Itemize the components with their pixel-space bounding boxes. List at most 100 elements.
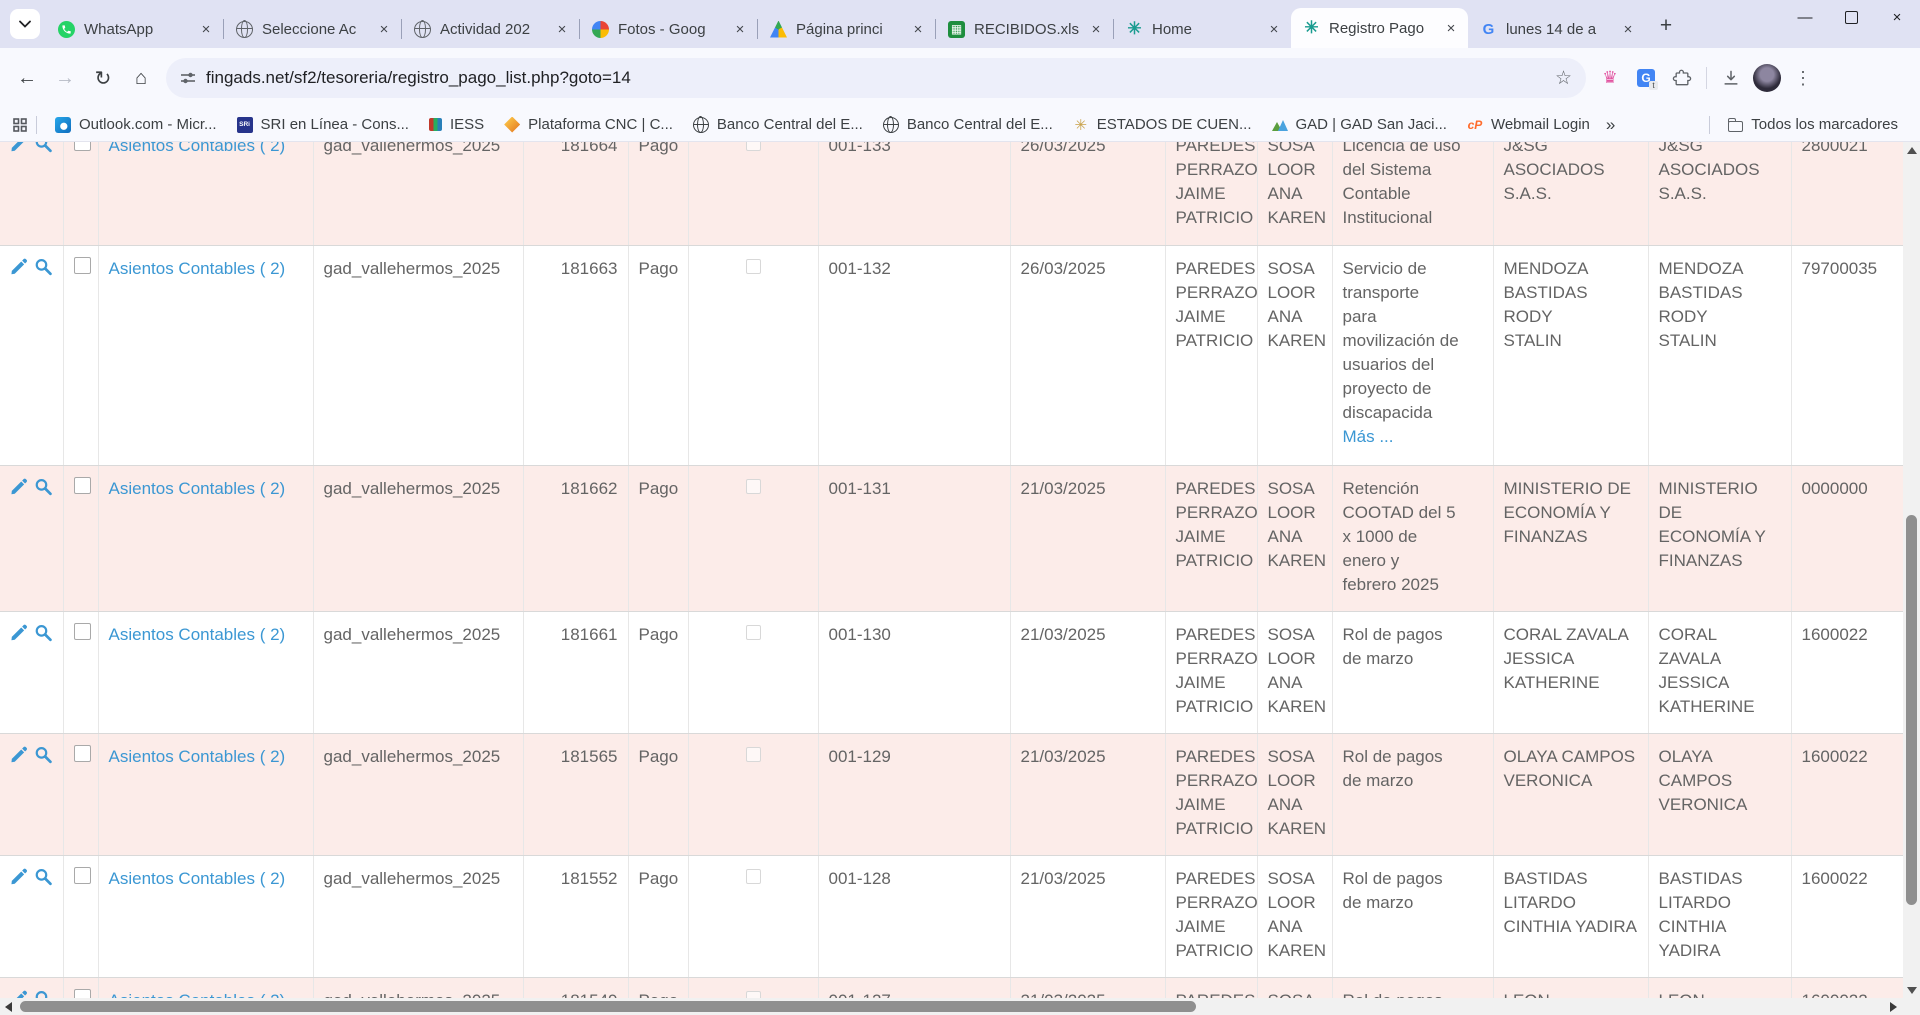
tab-close-icon[interactable]: ×: [1087, 20, 1105, 38]
back-button[interactable]: ←: [10, 61, 44, 95]
edit-pencil-icon[interactable]: [10, 257, 28, 276]
edit-pencil-icon[interactable]: [10, 477, 28, 496]
bookmark-sri-en-l-nea-cons-[interactable]: SRiSRI en Línea - Cons...: [231, 113, 415, 136]
flag-checkbox[interactable]: [746, 991, 761, 999]
tab-whatsapp[interactable]: WhatsApp×: [46, 10, 223, 48]
bookmark-banco-central-del-e-[interactable]: Banco Central del E...: [877, 113, 1059, 136]
minimize-button[interactable]: —: [1782, 0, 1828, 34]
tab-close-icon[interactable]: ×: [197, 20, 215, 38]
apps-grid-icon[interactable]: [12, 117, 28, 133]
extensions-puzzle-icon[interactable]: [1666, 62, 1698, 94]
edit-pencil-icon[interactable]: [10, 989, 28, 999]
horizontal-scrollbar[interactable]: [0, 998, 1903, 1015]
tab-close-icon[interactable]: ×: [731, 20, 749, 38]
tab-fotos-goog[interactable]: Fotos - Goog×: [580, 10, 757, 48]
bookmark-outlook-com-micr-[interactable]: Outlook.com - Micr...: [49, 113, 223, 136]
scroll-up-arrow[interactable]: [1903, 142, 1920, 158]
view-magnifier-icon[interactable]: [34, 623, 52, 642]
asientos-contables-link[interactable]: Asientos Contables ( 2): [109, 625, 286, 644]
home-button[interactable]: ⌂: [124, 61, 158, 95]
tab-home[interactable]: ✳Home×: [1114, 10, 1291, 48]
bookmark-banco-central-del-e-[interactable]: Banco Central del E...: [687, 113, 869, 136]
translate-icon[interactable]: G: [1630, 62, 1662, 94]
site-settings-icon[interactable]: [180, 70, 196, 86]
row-checkbox[interactable]: [74, 623, 91, 640]
asientos-contables-link[interactable]: Asientos Contables ( 2): [109, 869, 286, 888]
vertical-scroll-thumb[interactable]: [1906, 515, 1917, 905]
cell-elaborado: PAREDES: [1165, 977, 1257, 998]
scroll-down-arrow[interactable]: [1903, 982, 1920, 998]
bookmarks-overflow-chevron[interactable]: »: [1606, 115, 1615, 135]
tab-p-gina-princi[interactable]: Página princi×: [758, 10, 935, 48]
edit-pencil-icon[interactable]: [10, 623, 28, 642]
flag-checkbox[interactable]: [746, 479, 761, 494]
cell-elaborado: PAREDES PERRAZO JAIME PATRICIO: [1165, 733, 1257, 855]
edit-pencil-icon[interactable]: [10, 142, 28, 153]
tab-actividad-202[interactable]: Actividad 202×: [402, 10, 579, 48]
asientos-contables-link[interactable]: Asientos Contables ( 2): [109, 747, 286, 766]
address-bar[interactable]: fingads.net/sf2/tesoreria/registro_pago_…: [166, 58, 1586, 98]
tab-close-icon[interactable]: ×: [1265, 20, 1283, 38]
bookmark-star-icon[interactable]: ☆: [1555, 67, 1572, 90]
vertical-scrollbar[interactable]: [1903, 142, 1920, 998]
cell-fecha: 21/03/2025: [1010, 977, 1165, 998]
pink-extension-icon[interactable]: ♛: [1594, 62, 1626, 94]
reload-button[interactable]: ↻: [86, 61, 120, 95]
browser-menu-icon[interactable]: ⋮: [1787, 62, 1819, 94]
flag-checkbox[interactable]: [746, 625, 761, 640]
cpanel-icon: cP: [1467, 117, 1483, 133]
tab-registro-pago[interactable]: ✳Registro Pago×: [1291, 8, 1468, 48]
view-magnifier-icon[interactable]: [34, 257, 52, 276]
tab-search-button[interactable]: [10, 9, 40, 39]
row-checkbox[interactable]: [74, 477, 91, 494]
asientos-contables-link[interactable]: Asientos Contables ( 2): [109, 142, 286, 155]
view-magnifier-icon[interactable]: [34, 477, 52, 496]
view-magnifier-icon[interactable]: [34, 745, 52, 764]
asientos-contables-link[interactable]: Asientos Contables ( 2): [109, 991, 286, 999]
new-tab-button[interactable]: +: [1651, 11, 1681, 41]
bookmark-iess[interactable]: IESS: [423, 113, 490, 136]
all-bookmarks-button[interactable]: Todos los marcadores: [1722, 113, 1904, 136]
scroll-left-arrow[interactable]: [0, 998, 16, 1015]
asientos-contables-link[interactable]: Asientos Contables ( 2): [109, 479, 286, 498]
bookmark-gad-gad-san-jaci-[interactable]: GAD | GAD San Jaci...: [1266, 113, 1453, 136]
view-magnifier-icon[interactable]: [34, 867, 52, 886]
tab-seleccione-ac[interactable]: Seleccione Ac ×: [224, 10, 401, 48]
maximize-button[interactable]: [1828, 0, 1874, 34]
tab-close-icon[interactable]: ×: [1619, 20, 1637, 38]
forward-button[interactable]: →: [48, 61, 82, 95]
bookmark-plataforma-cnc-c-[interactable]: Plataforma CNC | C...: [498, 113, 679, 136]
downloads-icon[interactable]: [1715, 62, 1747, 94]
row-checkbox[interactable]: [74, 745, 91, 762]
flag-checkbox[interactable]: [746, 869, 761, 884]
tab-label: Seleccione Ac: [262, 21, 369, 38]
cell-beneficiario: BASTIDAS LITARDO CINTHIA YADIRA: [1493, 855, 1648, 977]
asientos-contables-link[interactable]: Asientos Contables ( 2): [109, 259, 286, 278]
flag-checkbox[interactable]: [746, 747, 761, 762]
tab-recibidos-xls[interactable]: ▦RECIBIDOS.xls×: [936, 10, 1113, 48]
profile-avatar[interactable]: [1753, 64, 1781, 92]
scroll-right-arrow[interactable]: [1885, 998, 1901, 1015]
row-checkbox[interactable]: [74, 989, 91, 999]
row-checkbox[interactable]: [74, 257, 91, 274]
tab-close-icon[interactable]: ×: [375, 20, 393, 38]
flag-checkbox[interactable]: [746, 259, 761, 274]
more-link[interactable]: Más ...: [1343, 425, 1483, 449]
tab-close-icon[interactable]: ×: [553, 20, 571, 38]
row-checkbox[interactable]: [74, 867, 91, 884]
bookmark-estados-de-cuen-[interactable]: ✳ESTADOS DE CUEN...: [1067, 113, 1258, 136]
edit-pencil-icon[interactable]: [10, 745, 28, 764]
cell-fecha: 26/03/2025: [1010, 245, 1165, 465]
view-magnifier-icon[interactable]: [34, 989, 52, 999]
tab-close-icon[interactable]: ×: [1442, 19, 1460, 37]
tab-close-icon[interactable]: ×: [909, 20, 927, 38]
bookmark-webmail-login[interactable]: cPWebmail Login: [1461, 113, 1596, 136]
tab-lunes-14-de-a[interactable]: Glunes 14 de a×: [1468, 10, 1645, 48]
row-checkbox[interactable]: [74, 142, 91, 151]
horizontal-scroll-thumb[interactable]: [20, 1001, 1196, 1012]
cell-beneficiario: LEON CARREÑO: [1493, 977, 1648, 998]
view-magnifier-icon[interactable]: [34, 142, 52, 153]
edit-pencil-icon[interactable]: [10, 867, 28, 886]
flag-checkbox[interactable]: [746, 142, 761, 151]
close-button[interactable]: ×: [1874, 0, 1920, 34]
